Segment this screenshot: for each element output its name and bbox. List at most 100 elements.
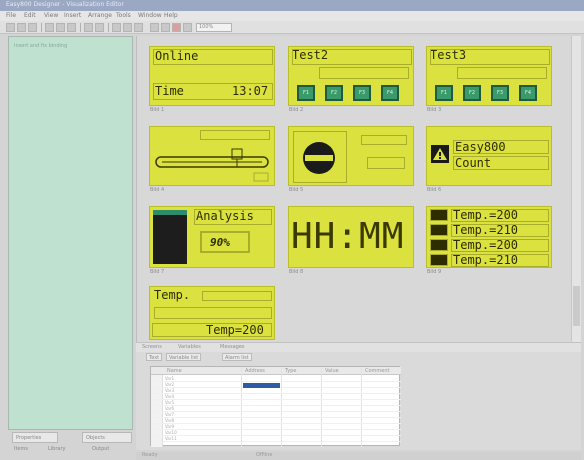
test2-f2-button[interactable]: F2 xyxy=(325,85,343,101)
online-title: Online xyxy=(155,49,199,63)
screen-online[interactable]: Online Time 13:07 xyxy=(149,46,275,106)
new-file-icon[interactable] xyxy=(6,23,15,32)
tab-variables[interactable]: Variables xyxy=(178,344,201,350)
row-name: Var10 xyxy=(165,430,177,435)
menu-view[interactable]: View xyxy=(44,12,58,19)
align-left-icon[interactable] xyxy=(112,23,121,32)
test2-f1-button[interactable]: F1 xyxy=(297,85,315,101)
tab-messages[interactable]: Messages xyxy=(220,344,245,350)
test2-f3-button[interactable]: F3 xyxy=(353,85,371,101)
screen-test2[interactable]: Test2 F1 F2 F3 F4 xyxy=(288,46,414,106)
screen-temperatures[interactable]: Temp.=200 Temp.=210 Temp.=200 Temp.=210 xyxy=(426,206,552,268)
sidebar-footer: Items Library Output xyxy=(8,446,133,454)
menu-window[interactable]: Window xyxy=(138,12,162,19)
temp-row-icon xyxy=(430,239,448,251)
tab-properties[interactable]: Properties xyxy=(12,432,58,443)
menu-arrange[interactable]: Arrange xyxy=(88,12,112,19)
align-center-icon[interactable] xyxy=(123,23,132,32)
screen-easy800[interactable]: Easy800 Count xyxy=(426,126,552,186)
screen-caption: Bild 7 xyxy=(150,269,165,275)
object-sidebar: Insert and fix binding xyxy=(8,36,133,430)
text-tool-icon[interactable] xyxy=(161,23,170,32)
redo-icon[interactable] xyxy=(95,23,104,32)
test3-header-box xyxy=(457,67,547,79)
menu-edit[interactable]: Edit xyxy=(24,12,36,19)
analysis-bar-track xyxy=(153,210,187,264)
workspace-tabs: Screens Variables Messages xyxy=(136,342,581,352)
menu-file[interactable]: File xyxy=(6,12,16,19)
tab-alarm-list[interactable]: Alarm list xyxy=(222,353,252,361)
column-header-name[interactable]: Name xyxy=(167,368,182,374)
temp-row-4: Temp.=210 xyxy=(453,253,519,267)
copy-icon[interactable] xyxy=(56,23,65,32)
open-folder-icon[interactable] xyxy=(17,23,26,32)
stop-icon[interactable] xyxy=(172,23,181,32)
temp-row-2: Temp.=210 xyxy=(453,223,519,237)
save-icon[interactable] xyxy=(28,23,37,32)
test3-f3-button[interactable]: F3 xyxy=(491,85,509,101)
table-row[interactable]: Var11 xyxy=(151,436,401,442)
test2-title-box xyxy=(292,49,412,65)
row-name: Var4 xyxy=(165,394,175,399)
menu-bar: File Edit View Insert Arrange Tools Wind… xyxy=(0,11,584,21)
align-right-icon[interactable] xyxy=(134,23,143,32)
tab-objects[interactable]: Objects xyxy=(82,432,132,443)
test3-f2-button[interactable]: F2 xyxy=(463,85,481,101)
menu-tools[interactable]: Tools xyxy=(116,12,131,19)
row-name: Var7 xyxy=(165,412,175,417)
screen-analysis[interactable]: Analysis 90% xyxy=(149,206,275,268)
tab-variable-list[interactable]: Variable list xyxy=(166,353,202,361)
paste-icon[interactable] xyxy=(67,23,76,32)
column-header-type[interactable]: Type xyxy=(285,368,296,374)
temp-row-icon xyxy=(430,209,448,221)
tab-text[interactable]: Text xyxy=(146,353,163,361)
status-bar: Ready Offline xyxy=(136,452,581,460)
column-header-comment[interactable]: Comment xyxy=(365,368,390,374)
row-name: Var5 xyxy=(165,400,175,405)
menu-insert[interactable]: Insert xyxy=(64,12,81,19)
temp-row-1: Temp.=200 xyxy=(453,208,519,222)
pointer-icon[interactable] xyxy=(150,23,159,32)
scrollbar-thumb[interactable] xyxy=(573,286,580,326)
clock-display: HH:MM xyxy=(291,216,405,257)
cut-icon[interactable] xyxy=(45,23,54,32)
table-header: Name Address Type Value Comment xyxy=(151,367,401,375)
row-name: Var1 xyxy=(165,376,175,381)
row-name: Var6 xyxy=(165,406,175,411)
test2-f4-button[interactable]: F4 xyxy=(381,85,399,101)
menu-help[interactable]: Help xyxy=(164,12,178,19)
screen-conveyor[interactable] xyxy=(149,126,275,186)
screen-temp[interactable]: Temp. Temp=200 xyxy=(149,286,275,340)
column-header-address[interactable]: Address xyxy=(245,368,265,374)
column-header-value[interactable]: Value xyxy=(325,368,339,374)
test3-f1-button[interactable]: F1 xyxy=(435,85,453,101)
toolbar-separator xyxy=(41,23,42,32)
screen-test3[interactable]: Test3 F1 F2 F3 F4 xyxy=(426,46,552,106)
test2-header-box xyxy=(319,67,409,79)
analysis-bar-fill xyxy=(153,210,187,215)
screen-caption: Bild 2 xyxy=(289,107,304,113)
selector-switch-icon[interactable] xyxy=(299,139,339,177)
row-name: Var8 xyxy=(165,418,175,423)
sidebar-tabs: Properties Objects xyxy=(12,432,136,444)
temp-row-icon xyxy=(430,254,448,266)
selector-value-box xyxy=(367,157,405,169)
selected-cell[interactable] xyxy=(243,383,280,388)
zoom-select[interactable]: 100% xyxy=(196,23,232,32)
vertical-scrollbar[interactable] xyxy=(571,36,581,342)
footer-items[interactable]: Items xyxy=(14,446,28,452)
warning-icon xyxy=(431,145,449,163)
footer-output[interactable]: Output xyxy=(92,446,109,452)
footer-library[interactable]: Library xyxy=(48,446,65,452)
screen-clock[interactable]: HH:MM xyxy=(288,206,414,268)
temp-row-icon xyxy=(430,224,448,236)
tab-screens[interactable]: Screens xyxy=(142,344,162,350)
time-value: 13:07 xyxy=(232,84,269,98)
grid-icon[interactable] xyxy=(183,23,192,32)
status-connection: Offline xyxy=(256,452,273,458)
screen-selector[interactable] xyxy=(288,126,414,186)
undo-icon[interactable] xyxy=(84,23,93,32)
screen-caption: Bild 3 xyxy=(427,107,442,113)
toolbar: 100% xyxy=(0,21,584,34)
test3-f4-button[interactable]: F4 xyxy=(519,85,537,101)
